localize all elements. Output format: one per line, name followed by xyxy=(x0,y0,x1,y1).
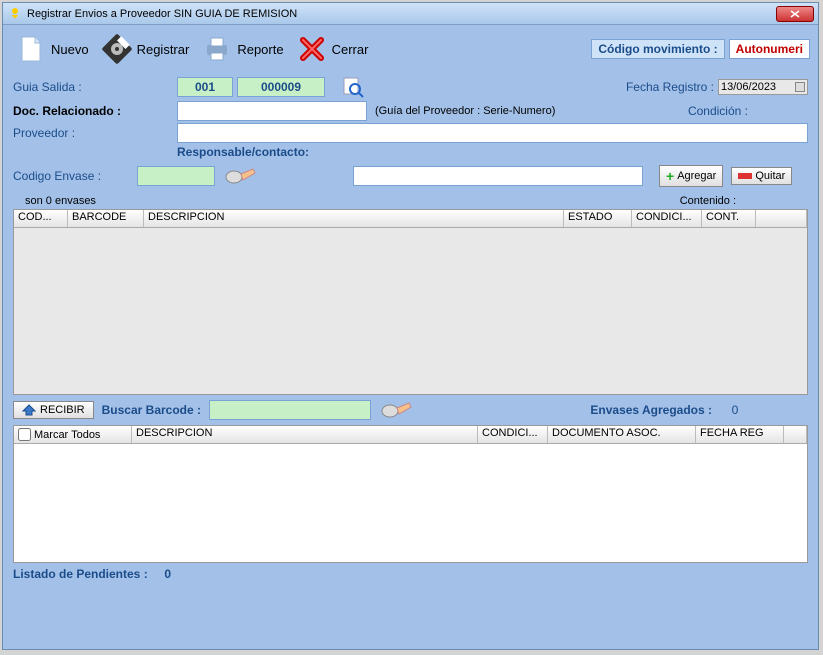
serie-field[interactable]: 001 xyxy=(177,77,233,97)
numero-field[interactable]: 000009 xyxy=(237,77,325,97)
new-icon xyxy=(15,33,47,65)
marcar-todos-header[interactable]: Marcar Todos xyxy=(14,426,132,443)
main-window: Registrar Envios a Proveedor SIN GUIA DE… xyxy=(2,2,819,650)
envase-desc-input[interactable] xyxy=(353,166,643,186)
contenido-label: Contenido : xyxy=(680,195,736,207)
close-icon xyxy=(296,33,328,65)
registrar-label: Registrar xyxy=(137,42,190,57)
envase-count: son 0 envases xyxy=(25,195,96,207)
col-barcode[interactable]: BARCODE xyxy=(68,210,144,227)
reporte-button[interactable]: Reporte xyxy=(197,31,287,67)
col-condicion[interactable]: CONDICI... xyxy=(632,210,702,227)
agregar-button[interactable]: + Agregar xyxy=(659,165,723,187)
col2-spacer xyxy=(784,426,807,443)
codigo-envase-input[interactable] xyxy=(137,166,215,186)
date-dropdown-icon xyxy=(795,82,805,92)
window-title: Registrar Envios a Proveedor SIN GUIA DE… xyxy=(27,8,776,20)
fecha-value: 13/06/2023 xyxy=(721,81,793,93)
col-estado[interactable]: ESTADO xyxy=(564,210,632,227)
codigo-envase-label: Codigo Envase : xyxy=(13,169,133,183)
search-guia-button[interactable] xyxy=(341,75,365,99)
fecha-field[interactable]: 13/06/2023 xyxy=(718,79,808,95)
registrar-button[interactable]: Registrar xyxy=(97,31,194,67)
responsable-label: Responsable/contacto: xyxy=(177,145,309,159)
envases-grid-header: COD... BARCODE DESCRIPCION ESTADO CONDIC… xyxy=(14,210,807,228)
print-icon xyxy=(201,33,233,65)
guia-salida-label: Guia Salida : xyxy=(13,80,173,94)
nuevo-button[interactable]: Nuevo xyxy=(11,31,93,67)
codmov-label: Código movimiento : xyxy=(591,39,724,59)
quitar-label: Quitar xyxy=(755,170,785,182)
doc-rel-input[interactable] xyxy=(177,101,367,121)
col-cont[interactable]: CONT. xyxy=(702,210,756,227)
close-button[interactable] xyxy=(776,6,814,22)
agregar-label: Agregar xyxy=(677,170,716,182)
agregados-label: Envases Agregados : xyxy=(590,403,712,417)
count-row: son 0 envases Contenido : xyxy=(3,191,818,209)
doc-rel-label: Doc. Relacionado : xyxy=(13,104,173,118)
minus-icon xyxy=(738,173,752,179)
reporte-label: Reporte xyxy=(237,42,283,57)
autonum-field: Autonumeri xyxy=(729,39,810,59)
app-icon xyxy=(7,6,23,22)
fecha-label: Fecha Registro : xyxy=(626,80,714,94)
footer-row: Listado de Pendientes : 0 xyxy=(3,563,818,585)
buscar-barcode-input[interactable] xyxy=(209,400,371,420)
col2-desc[interactable]: DESCRIPCION xyxy=(132,426,478,443)
quitar-button[interactable]: Quitar xyxy=(731,167,792,185)
marcar-todos-label: Marcar Todos xyxy=(34,429,100,441)
barcode-scanner-icon xyxy=(223,165,257,187)
toolbar: Nuevo Registrar Reporte Cerrar Código mo… xyxy=(3,25,818,71)
marcar-todos-checkbox[interactable] xyxy=(18,428,31,441)
barcode-scanner-icon-2 xyxy=(379,399,413,421)
cerrar-button[interactable]: Cerrar xyxy=(292,31,373,67)
col-spacer xyxy=(756,210,807,227)
up-arrow-icon xyxy=(22,404,36,416)
recibir-button[interactable]: RECIBIR xyxy=(13,401,94,419)
agregados-grid[interactable]: Marcar Todos DESCRIPCION CONDICI... DOCU… xyxy=(13,425,808,563)
receive-row: RECIBIR Buscar Barcode : Envases Agregad… xyxy=(3,395,818,425)
nuevo-label: Nuevo xyxy=(51,42,89,57)
col2-cond[interactable]: CONDICI... xyxy=(478,426,548,443)
buscar-barcode-label: Buscar Barcode : xyxy=(102,403,201,417)
col2-fecha[interactable]: FECHA REG xyxy=(696,426,784,443)
save-icon xyxy=(101,33,133,65)
recibir-label: RECIBIR xyxy=(40,404,85,416)
col-descripcion[interactable]: DESCRIPCION xyxy=(144,210,564,227)
col-cod[interactable]: COD... xyxy=(14,210,68,227)
proveedor-label: Proveedor : xyxy=(13,126,173,140)
form-area: Guia Salida : 001 000009 Fecha Registro … xyxy=(3,71,818,191)
doc-rel-hint: (Guía del Proveedor : Serie-Numero) xyxy=(375,105,555,117)
plus-icon: + xyxy=(666,168,674,184)
envases-grid[interactable]: COD... BARCODE DESCRIPCION ESTADO CONDIC… xyxy=(13,209,808,395)
pendientes-label: Listado de Pendientes : xyxy=(13,567,148,581)
cerrar-label: Cerrar xyxy=(332,42,369,57)
proveedor-input[interactable] xyxy=(177,123,808,143)
condicion-label: Condición : xyxy=(688,104,748,118)
col2-doc[interactable]: DOCUMENTO ASOC. xyxy=(548,426,696,443)
agregados-value: 0 xyxy=(720,403,750,417)
pendientes-value: 0 xyxy=(164,567,171,581)
titlebar: Registrar Envios a Proveedor SIN GUIA DE… xyxy=(3,3,818,25)
agregados-grid-header: Marcar Todos DESCRIPCION CONDICI... DOCU… xyxy=(14,426,807,444)
